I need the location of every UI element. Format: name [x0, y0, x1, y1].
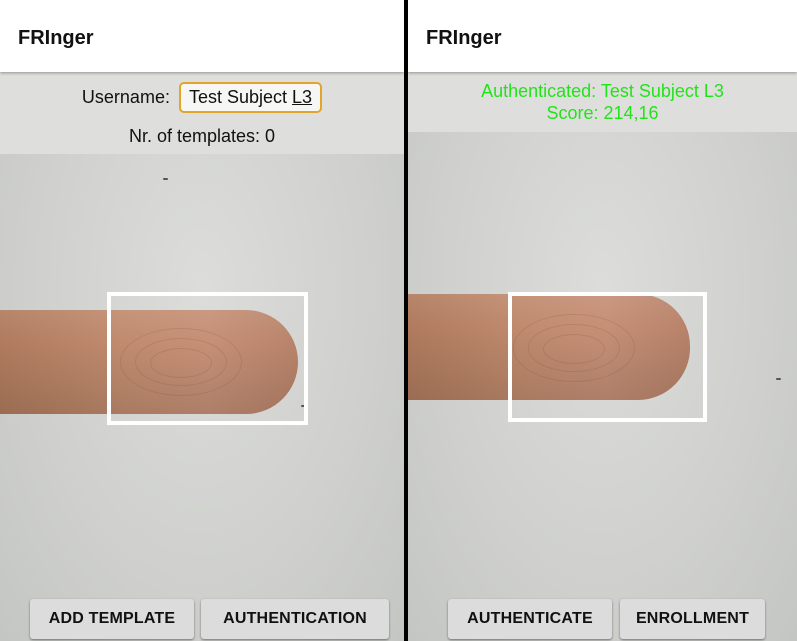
app-bar: FRInger	[0, 0, 404, 72]
authentication-screen: FRInger Authenticated: Test Subject L3 S…	[408, 0, 797, 641]
background-speck	[776, 378, 781, 380]
app-title: FRInger	[18, 27, 94, 49]
match-score: Score: 214,16	[546, 103, 659, 123]
finger-roi-frame	[508, 292, 707, 422]
finger-roi-frame	[107, 292, 308, 425]
authentication-status: Authenticated: Test Subject L3	[481, 81, 724, 101]
username-input-suffix: L3	[292, 87, 313, 107]
username-input-text: Test Subject	[188, 87, 293, 107]
background-speck	[163, 178, 168, 180]
username-label: Username:	[81, 87, 170, 107]
username-row: Username: Test Subject L3	[0, 82, 404, 113]
authentication-info-panel: Authenticated: Test Subject L3 Score: 21…	[408, 72, 797, 132]
authentication-button[interactable]: AUTHENTICATION	[201, 599, 389, 639]
enrollment-button[interactable]: ENROLLMENT	[620, 599, 765, 639]
templates-count: Nr. of templates: 0	[128, 126, 276, 146]
add-template-button[interactable]: ADD TEMPLATE	[30, 599, 194, 639]
enrollment-screen: FRInger Username: Test Subject L3 Nr. of…	[0, 0, 404, 641]
app-bar: FRInger	[408, 0, 797, 72]
authenticate-button[interactable]: AUTHENTICATE	[448, 599, 612, 639]
username-input[interactable]: Test Subject L3	[178, 82, 323, 113]
enrollment-info-panel: Username: Test Subject L3 Nr. of templat…	[0, 72, 404, 154]
app-title: FRInger	[426, 27, 502, 49]
